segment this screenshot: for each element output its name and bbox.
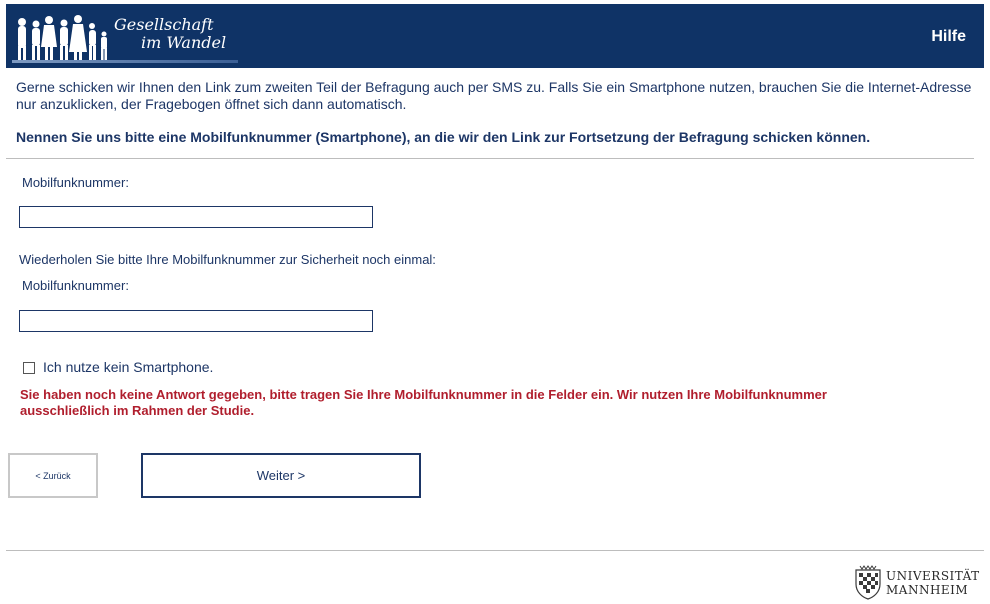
university-crest-icon — [855, 565, 881, 600]
no-smartphone-checkbox[interactable] — [23, 362, 35, 374]
error-message: Sie haben noch keine Antwort gegeben, bi… — [20, 387, 827, 418]
mobile-number-repeat-input[interactable] — [19, 310, 373, 332]
question-text: Nennen Sie uns bitte eine Mobilfunknumme… — [16, 129, 871, 145]
logo-underline — [12, 60, 238, 63]
mobile-number-input[interactable] — [19, 206, 373, 228]
logo-people-silhouettes-icon — [18, 15, 107, 62]
intro-text: Gerne schicken wir Ihnen den Link zum zw… — [16, 79, 972, 112]
mobile-number-repeat-label: Mobilfunknummer: — [22, 278, 129, 293]
university-name-line2: MANNHEIM — [886, 583, 969, 597]
divider-top — [6, 158, 974, 159]
divider-bottom — [6, 550, 984, 551]
logo-line2: im Wandel — [141, 33, 227, 52]
mobile-number-label: Mobilfunknummer: — [22, 175, 129, 190]
logo-text: Gesellschaft im Wandel — [114, 16, 226, 52]
no-smartphone-label[interactable]: Ich nutze kein Smartphone. — [43, 359, 213, 375]
logo-line1: Gesellschaft — [114, 15, 214, 34]
university-name-line1: UNIVERSITÄT — [886, 569, 980, 583]
header-bar: Gesellschaft im Wandel Hilfe — [6, 4, 984, 68]
help-link[interactable]: Hilfe — [931, 28, 966, 46]
university-name: UNIVERSITÄT MANNHEIM — [886, 569, 980, 597]
back-button[interactable]: < Zurück — [8, 453, 98, 498]
next-button[interactable]: Weiter > — [141, 453, 421, 498]
repeat-instruction: Wiederholen Sie bitte Ihre Mobilfunknumm… — [19, 252, 436, 267]
university-logo: UNIVERSITÄT MANNHEIM — [852, 562, 986, 602]
